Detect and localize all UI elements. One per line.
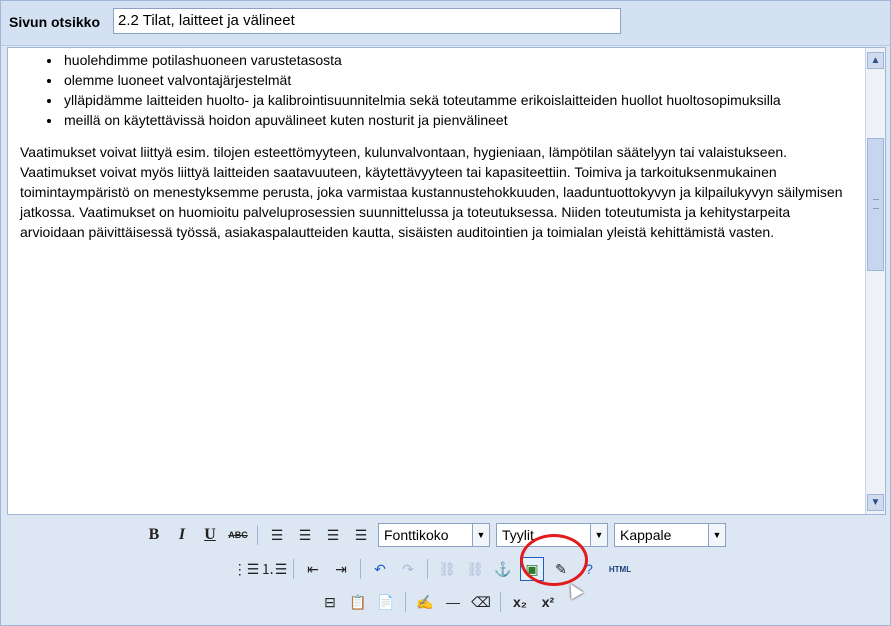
vertical-scrollbar[interactable]: ▲ ▼ (865, 48, 885, 514)
mouse-cursor-icon (564, 580, 584, 600)
title-row: Sivun otsikko (1, 1, 890, 46)
link-icon[interactable]: ⛓ (436, 558, 458, 580)
bullet-list-icon[interactable]: ⋮☰ (233, 558, 260, 580)
bullet-list: huolehdimme potilashuoneen varustetasost… (20, 50, 850, 130)
title-input[interactable] (113, 8, 621, 34)
title-label: Sivun otsikko (9, 14, 101, 30)
style-select[interactable]: Tyylit ▼ (496, 523, 608, 547)
grip-icon (873, 199, 879, 209)
italic-button[interactable]: I (171, 524, 193, 546)
toolbar-separator (427, 559, 428, 579)
insert-image-icon[interactable]: ▣ (520, 557, 544, 581)
strikethrough-button[interactable]: ABC (227, 524, 249, 546)
chevron-down-icon: ▼ (590, 524, 607, 546)
bullet-item: ylläpidämme laitteiden huolto- ja kalibr… (62, 90, 850, 110)
scroll-up-button[interactable]: ▲ (867, 52, 884, 69)
horizontal-rule-icon[interactable]: — (442, 591, 464, 613)
subscript-button[interactable]: x₂ (509, 591, 531, 613)
style-value: Tyylit (502, 527, 534, 543)
bullet-item: olemme luoneet valvontajärjestelmät (62, 70, 850, 90)
chevron-down-icon: ▼ (708, 524, 725, 546)
scroll-down-button[interactable]: ▼ (867, 494, 884, 511)
font-size-value: Fonttikoko (384, 527, 449, 543)
align-justify-icon[interactable]: ☰ (350, 524, 372, 546)
eraser-icon[interactable]: ⌫ (470, 591, 492, 613)
toolbar-row-1: B I U ABC ☰ ☰ ☰ ☰ Fonttikoko ▼ Tyylit ▼ … (143, 523, 726, 547)
bullet-item: meillä on käytettävissä hoidon apuväline… (62, 110, 850, 130)
page-break-icon[interactable]: ⊟ (319, 591, 341, 613)
unlink-icon[interactable]: ⛓ (464, 558, 486, 580)
align-left-icon[interactable]: ☰ (266, 524, 288, 546)
redo-icon[interactable]: ↷ (397, 558, 419, 580)
toolbar-separator (405, 592, 406, 612)
body-paragraph: Vaatimukset voivat liittyä esim. tilojen… (20, 144, 843, 240)
toolbar-separator (257, 525, 258, 545)
anchor-icon[interactable]: ⚓ (492, 558, 514, 580)
toolbar-separator (293, 559, 294, 579)
toolbar-separator (500, 592, 501, 612)
scroll-thumb[interactable] (867, 138, 884, 271)
editor-content[interactable]: huolehdimme potilashuoneen varustetasost… (20, 50, 850, 242)
content-editor[interactable]: huolehdimme potilashuoneen varustetasost… (7, 47, 886, 515)
toolbar-row-2: ⋮☰ ⒈☰ ⇤ ⇥ ↶ ↷ ⛓ ⛓ ⚓ ▣ ✎ ? HTML (233, 557, 634, 581)
editor-window: Sivun otsikko huolehdimme potilashuoneen… (0, 0, 891, 626)
underline-button[interactable]: U (199, 524, 221, 546)
paste-icon[interactable]: 📋 (347, 591, 369, 613)
align-center-icon[interactable]: ☰ (294, 524, 316, 546)
superscript-button[interactable]: x² (537, 591, 559, 613)
toolbar-row-3: ⊟ 📋 📄 ✍ — ⌫ x₂ x² (319, 591, 559, 613)
edit-icon[interactable]: ✍ (414, 591, 436, 613)
undo-icon[interactable]: ↶ (369, 558, 391, 580)
formatting-toolbar: B I U ABC ☰ ☰ ☰ ☰ Fonttikoko ▼ Tyylit ▼ … (7, 515, 884, 623)
bold-button[interactable]: B (143, 524, 165, 546)
paste-word-icon[interactable]: 📄 (375, 591, 397, 613)
html-source-button[interactable]: HTML (606, 558, 634, 580)
numbered-list-icon[interactable]: ⒈☰ (261, 558, 288, 580)
cleanup-icon[interactable]: ✎ (550, 558, 572, 580)
align-right-icon[interactable]: ☰ (322, 524, 344, 546)
chevron-down-icon: ▼ (472, 524, 489, 546)
bullet-item: huolehdimme potilashuoneen varustetasost… (62, 50, 850, 70)
toolbar-separator (360, 559, 361, 579)
font-size-select[interactable]: Fonttikoko ▼ (378, 523, 490, 547)
indent-icon[interactable]: ⇥ (330, 558, 352, 580)
format-value: Kappale (620, 527, 672, 543)
help-icon[interactable]: ? (578, 558, 600, 580)
outdent-icon[interactable]: ⇤ (302, 558, 324, 580)
format-select[interactable]: Kappale ▼ (614, 523, 726, 547)
